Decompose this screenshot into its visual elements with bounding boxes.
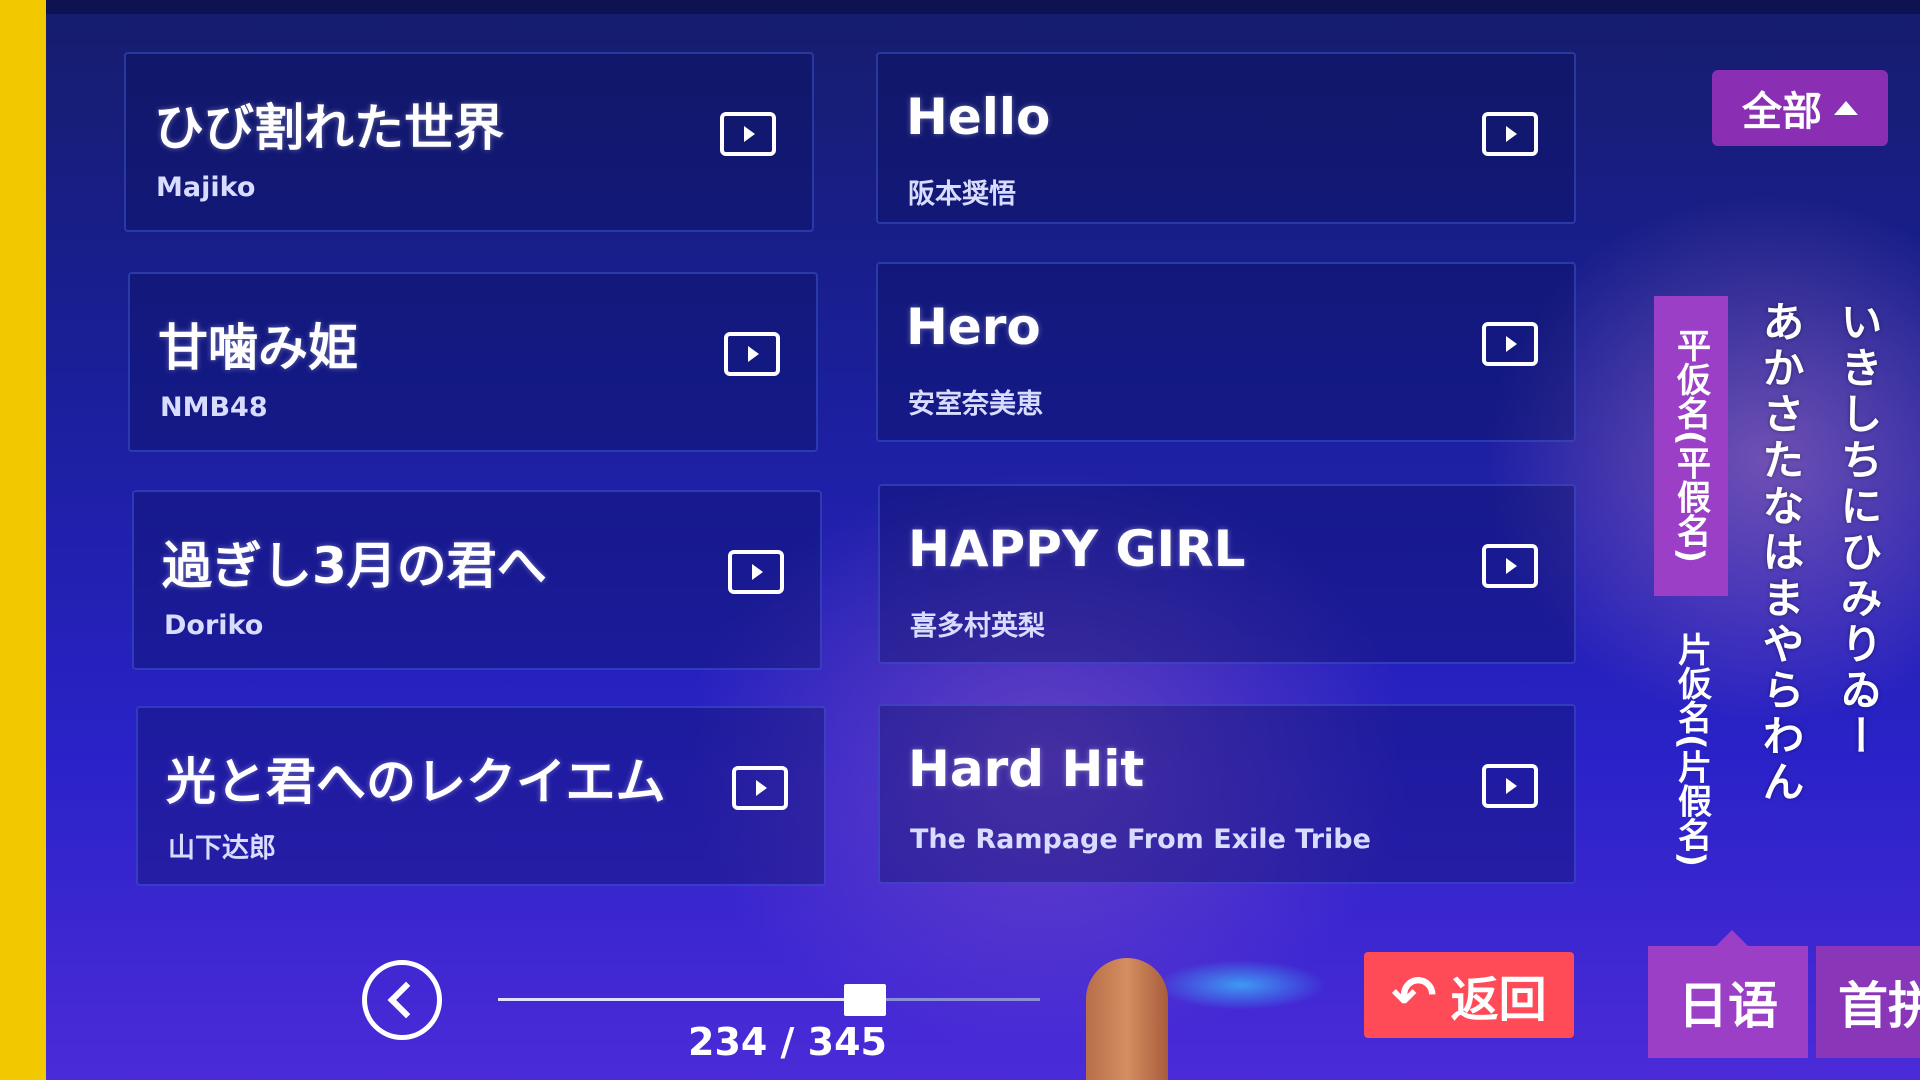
katakana-label: 片仮名(片假名) — [1671, 632, 1712, 868]
katakana-tab[interactable]: 片仮名(片假名) — [1656, 620, 1728, 880]
song-artist: 阪本奨悟 — [908, 179, 1016, 210]
song-card[interactable]: Hello 阪本奨悟 — [876, 52, 1576, 224]
tab-japanese-label: 日语 — [1678, 977, 1778, 1035]
preview-play-icon[interactable] — [1482, 544, 1538, 588]
user-finger — [1086, 958, 1168, 1080]
song-card[interactable]: ひび割れた世界 Majiko — [124, 52, 814, 232]
song-title: ひび割れた世界 — [154, 99, 504, 157]
song-artist: Doriko — [164, 610, 264, 641]
return-label: 返回 — [1450, 972, 1547, 1028]
song-selection-screen: ひび割れた世界 Majiko Hello 阪本奨悟 甘噛み姫 NMB48 Her… — [46, 0, 1920, 1080]
song-artist: Majiko — [156, 172, 256, 203]
preview-play-icon[interactable] — [724, 332, 780, 376]
song-card[interactable]: HAPPY GIRL 喜多村英梨 — [878, 484, 1576, 664]
song-card[interactable]: Hard Hit The Rampage From Exile Tribe — [878, 704, 1576, 884]
page-slider-track[interactable] — [498, 998, 1040, 1001]
tab-pinyin-label: 首拼 — [1838, 977, 1920, 1035]
filter-all-button[interactable]: 全部 — [1712, 70, 1888, 146]
song-card[interactable]: 光と君へのレクイエム 山下达郎 — [136, 706, 826, 886]
hiragana-label: 平仮名(平假名) — [1670, 328, 1711, 564]
song-title: 光と君へのレクイエム — [166, 753, 666, 811]
song-artist: 山下达郎 — [168, 833, 276, 864]
song-artist: 喜多村英梨 — [910, 611, 1045, 642]
preview-play-icon[interactable] — [1482, 764, 1538, 808]
preview-play-icon[interactable] — [732, 766, 788, 810]
touch-glow-effect — [1156, 960, 1326, 1010]
preview-play-icon[interactable] — [720, 112, 776, 156]
preview-play-icon[interactable] — [1482, 322, 1538, 366]
hiragana-tab[interactable]: 平仮名(平假名) — [1654, 296, 1728, 596]
song-title: HAPPY GIRL — [908, 520, 1246, 578]
caret-up-icon — [1834, 101, 1858, 115]
song-title: Hero — [906, 298, 1041, 356]
page-counter: 234 / 345 — [688, 1020, 887, 1064]
kana-index-column-2[interactable]: いきしちにひみりゐー — [1828, 300, 1889, 760]
preview-play-icon[interactable] — [1482, 112, 1538, 156]
song-title: Hello — [906, 88, 1051, 146]
page-slider-fill — [498, 998, 866, 1001]
return-button[interactable]: ↶ 返回 — [1364, 952, 1574, 1038]
top-category-bar — [46, 0, 1920, 14]
song-artist: The Rampage From Exile Tribe — [910, 824, 1371, 855]
page-slider-thumb[interactable] — [844, 984, 887, 1016]
previous-page-button[interactable] — [362, 960, 442, 1040]
kana-index-column-1[interactable]: あかさたなはまやらわん — [1750, 300, 1811, 806]
song-card[interactable]: 甘噛み姫 NMB48 — [128, 272, 818, 452]
song-artist: NMB48 — [160, 392, 268, 423]
song-artist: 安室奈美恵 — [908, 389, 1043, 420]
song-card[interactable]: Hero 安室奈美恵 — [876, 262, 1576, 442]
song-title: 過ぎし3月の君へ — [162, 537, 547, 595]
filter-all-label: 全部 — [1742, 89, 1822, 135]
return-arrow-icon: ↶ — [1391, 963, 1437, 1027]
preview-play-icon[interactable] — [728, 550, 784, 594]
song-title: Hard Hit — [908, 740, 1145, 798]
song-card[interactable]: 過ぎし3月の君へ Doriko — [132, 490, 822, 670]
song-title: 甘噛み姫 — [158, 319, 358, 377]
tab-pinyin[interactable]: 首拼 — [1816, 946, 1920, 1058]
chevron-left-icon — [387, 981, 425, 1019]
tab-japanese[interactable]: 日语 — [1648, 930, 1808, 1058]
